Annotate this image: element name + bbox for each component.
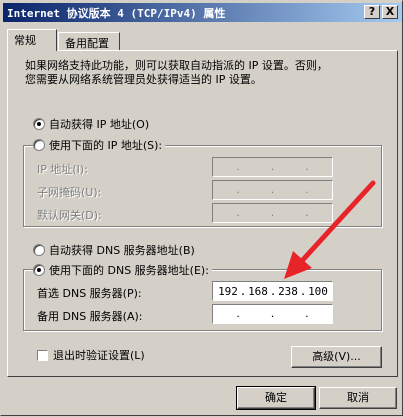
subnet-mask-label: 子网掩码(U): [37, 186, 102, 199]
ip-address-field[interactable]: ... [212, 157, 333, 177]
title-bar[interactable]: Internet 协议版本 4 (TCP/IPv4) 属性 ? X [3, 3, 402, 22]
alternate-dns-separators: ... [236, 307, 309, 320]
window-title: Internet 协议版本 4 (TCP/IPv4) 属性 [7, 7, 226, 20]
subnet-mask-field[interactable]: ... [212, 180, 333, 200]
manual-dns-radio-label: 使用下面的 DNS 服务器地址(E): [49, 264, 209, 277]
cancel-button[interactable]: 取消 [319, 387, 397, 409]
preferred-dns-field[interactable]: 192. 168. 238. 100 [212, 281, 333, 301]
tab-general-label: 常规 [14, 34, 36, 47]
subnet-mask-separators: ... [236, 183, 309, 196]
preferred-dns-label: 首选 DNS 服务器(P): [37, 287, 142, 300]
description-text: 如果网络支持此功能，则可以获取自动指派的 IP 设置。否则， 您需要从网络系统管… [25, 59, 375, 87]
manual-dns-radio[interactable]: 使用下面的 DNS 服务器地址(E): [33, 262, 212, 278]
description-line-2: 您需要从网络系统管理员处获得适当的 IP 设置。 [25, 73, 262, 86]
description-line-1: 如果网络支持此功能，则可以获取自动指派的 IP 设置。否则， [25, 59, 328, 72]
manual-ip-radio-label: 使用下面的 IP 地址(S): [49, 139, 163, 152]
manual-ip-radio-indicator[interactable] [33, 139, 45, 151]
manual-dns-radio-indicator[interactable] [33, 264, 45, 276]
validate-on-exit-checkbox[interactable]: 退出时验证设置(L) [37, 347, 148, 363]
ip-address-separators: ... [236, 160, 309, 173]
alternate-dns-field[interactable]: ... [212, 304, 333, 324]
auto-dns-radio[interactable]: 自动获得 DNS 服务器地址(B) [33, 242, 198, 258]
default-gateway-separators: ... [236, 206, 309, 219]
ok-button[interactable]: 确定 [236, 386, 316, 410]
preferred-dns-octet-1: 192 [218, 285, 238, 298]
default-gateway-field[interactable]: ... [212, 203, 333, 223]
auto-ip-radio-indicator[interactable] [33, 118, 45, 130]
preferred-dns-value: 192. 168. 238. 100 [218, 285, 328, 298]
close-button[interactable]: X [382, 5, 398, 19]
manual-ip-radio[interactable]: 使用下面的 IP 地址(S): [33, 137, 166, 153]
dialog-window: Internet 协议版本 4 (TCP/IPv4) 属性 ? X 常规 备用配… [0, 0, 403, 416]
preferred-dns-octet-3: 238 [278, 285, 298, 298]
alternate-dns-label: 备用 DNS 服务器(A): [37, 310, 143, 323]
auto-ip-radio[interactable]: 自动获得 IP 地址(O) [33, 116, 153, 132]
preferred-dns-octet-4: 100 [308, 285, 328, 298]
help-button[interactable]: ? [364, 5, 380, 19]
auto-dns-radio-indicator[interactable] [33, 244, 45, 256]
tab-general[interactable]: 常规 [7, 29, 57, 51]
auto-ip-radio-label: 自动获得 IP 地址(O) [49, 118, 150, 131]
validate-on-exit-label: 退出时验证设置(L) [53, 349, 145, 362]
advanced-button[interactable]: 高级(V)... [291, 346, 382, 368]
auto-dns-radio-label: 自动获得 DNS 服务器地址(B) [49, 244, 195, 257]
tab-alternate-config[interactable]: 备用配置 [58, 32, 120, 51]
preferred-dns-octet-2: 168 [248, 285, 268, 298]
ip-address-label: IP 地址(I): [37, 163, 88, 176]
validate-on-exit-checkbox-box[interactable] [37, 350, 48, 361]
default-gateway-label: 默认网关(D): [37, 209, 102, 222]
tab-alternate-config-label: 备用配置 [65, 37, 109, 50]
